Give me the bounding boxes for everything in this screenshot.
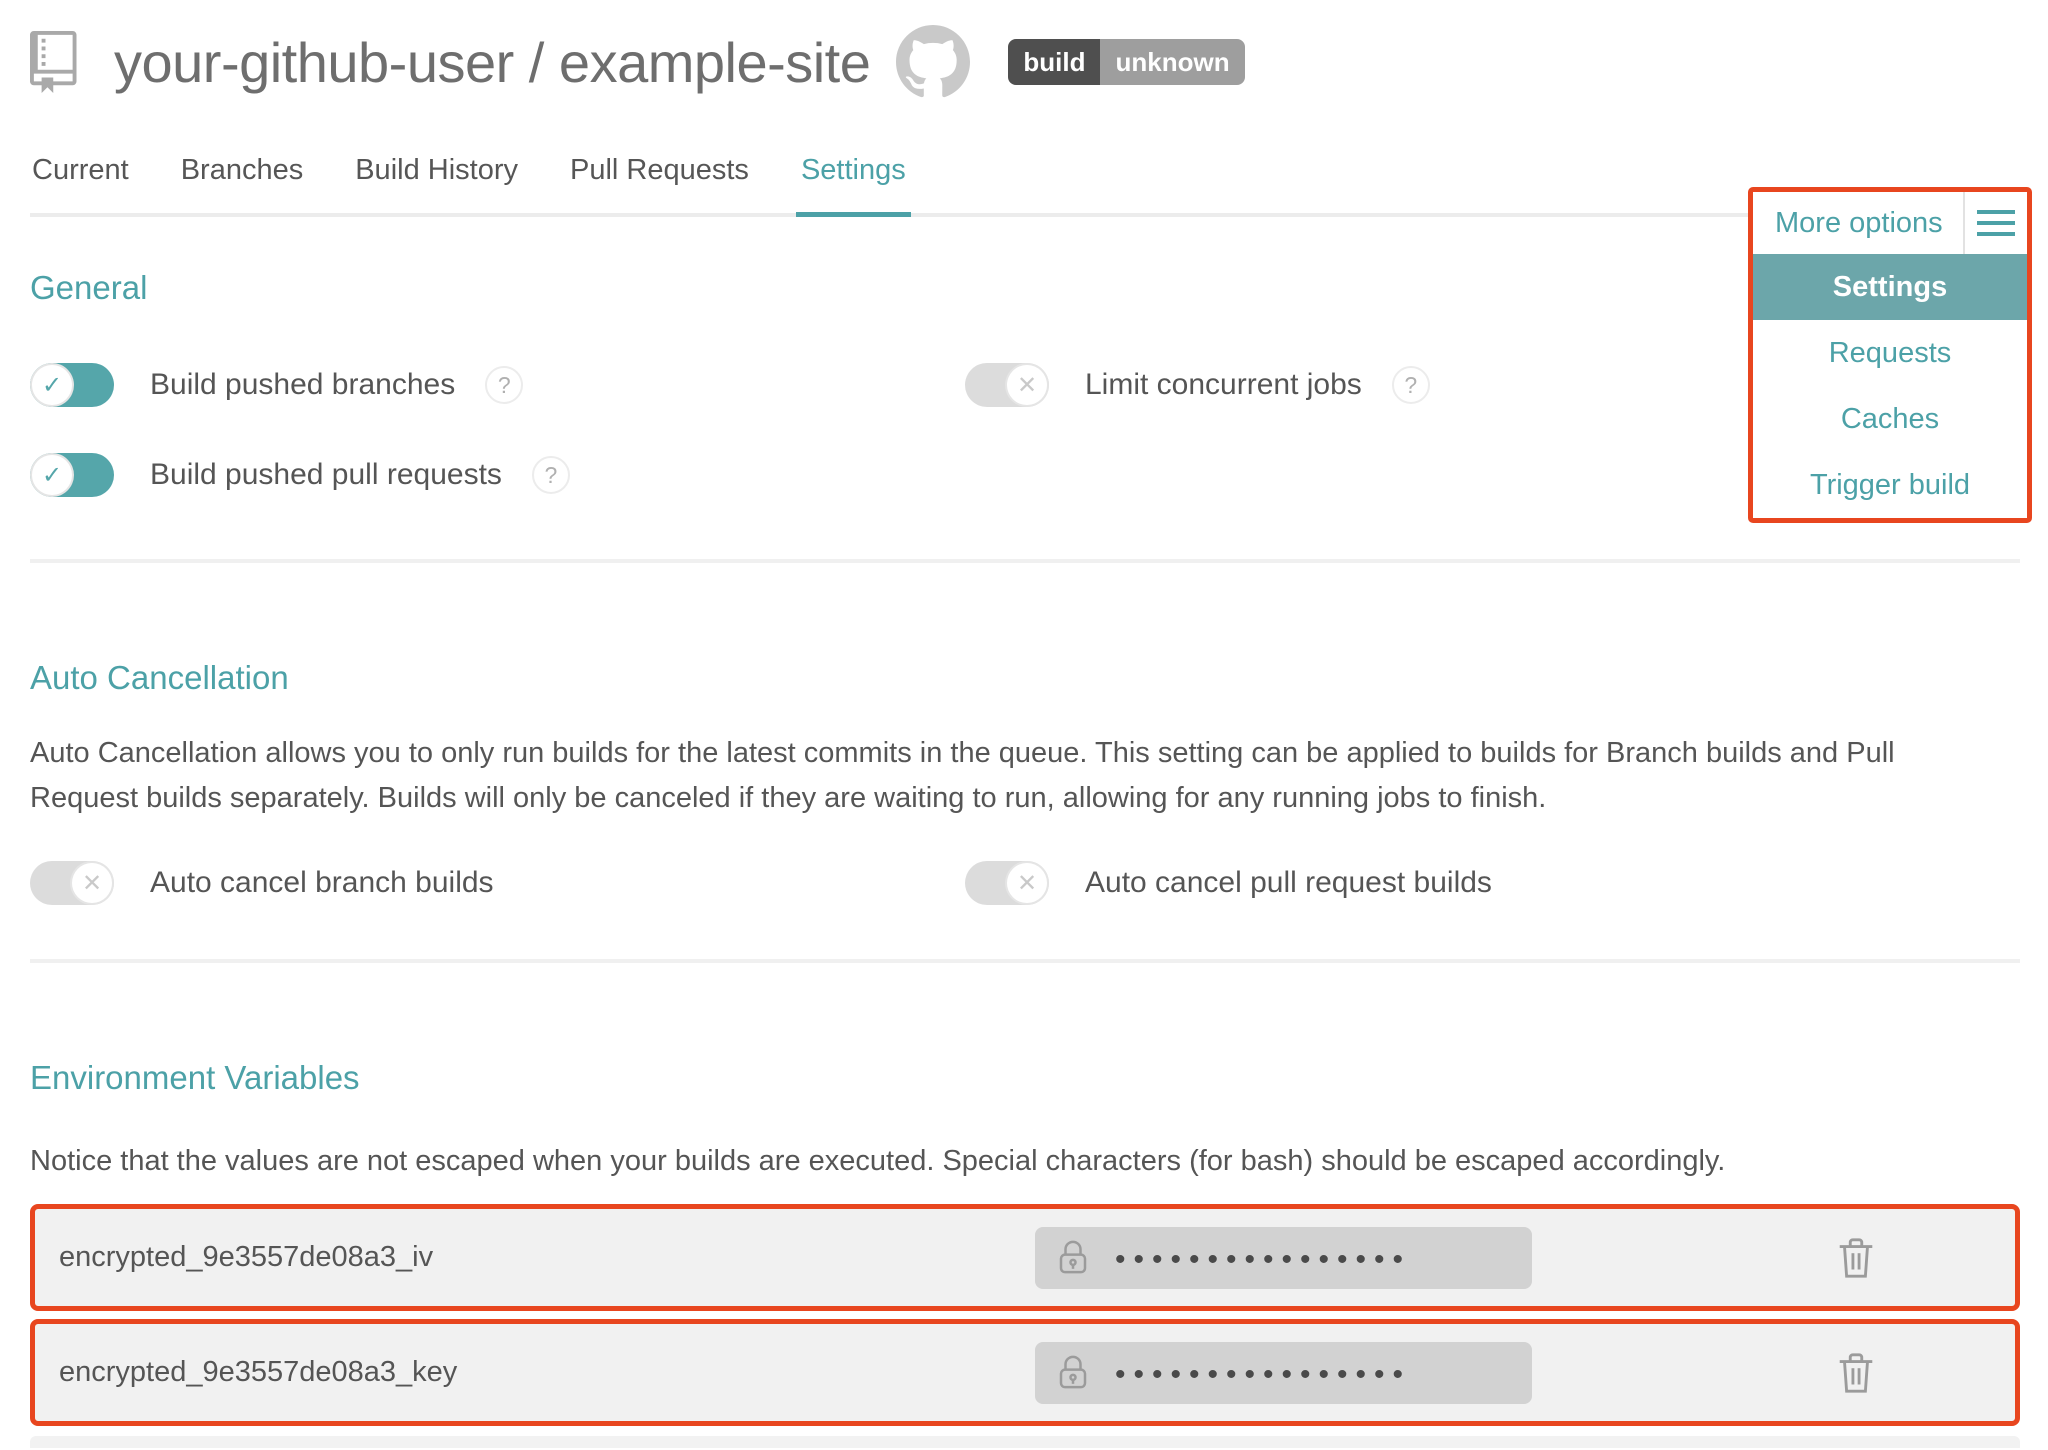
badge-build-label: build — [1008, 39, 1100, 85]
trash-icon — [1833, 1348, 1879, 1398]
delete-env-var-button[interactable] — [1833, 1348, 1879, 1398]
toggle-check-icon: ✓ — [30, 453, 74, 497]
menu-item-caches[interactable]: Caches — [1753, 386, 2027, 452]
environment-variables-notice: Notice that the values are not escaped w… — [30, 1139, 1945, 1184]
toggle-check-icon: ✓ — [30, 363, 74, 407]
toggle-label: Build pushed branches — [150, 368, 455, 402]
auto-cancel-pull-request-builds-toggle[interactable]: ✕ — [965, 861, 1049, 905]
menu-item-requests[interactable]: Requests — [1753, 320, 2027, 386]
env-var-name-field[interactable]: encrypted_9e3557de08a3_iv — [35, 1241, 1035, 1274]
section-divider — [30, 559, 2020, 563]
next-env-row-peek — [30, 1436, 2020, 1448]
trash-icon — [1833, 1233, 1879, 1283]
badge-status-value: unknown — [1100, 39, 1244, 85]
env-var-name-field[interactable]: encrypted_9e3557de08a3_key — [35, 1356, 1035, 1389]
hamburger-menu-icon[interactable] — [1963, 192, 2027, 254]
environment-variables-heading: Environment Variables — [30, 1059, 2020, 1097]
env-var-row-key: encrypted_9e3557de08a3_key •••••••••••••… — [30, 1319, 2020, 1426]
auto-cancellation-heading: Auto Cancellation — [30, 659, 2020, 697]
tab-settings[interactable]: Settings — [799, 154, 908, 213]
tab-branches[interactable]: Branches — [179, 154, 306, 213]
toggle-cross-icon: ✕ — [1005, 861, 1049, 905]
menu-item-settings[interactable]: Settings — [1753, 254, 2027, 320]
toggle-row-auto-cancel-branch-builds: ✕ Auto cancel branch builds — [30, 861, 965, 905]
build-pushed-pull-requests-toggle[interactable]: ✓ — [30, 453, 114, 497]
help-icon[interactable]: ? — [532, 456, 570, 494]
env-var-row-iv: encrypted_9e3557de08a3_iv ••••••••••••••… — [30, 1204, 2020, 1311]
more-options-header: More options — [1753, 192, 2027, 254]
repo-tab-bar: Current Branches Build History Pull Requ… — [30, 154, 2020, 217]
toggle-cross-icon: ✕ — [70, 861, 114, 905]
toggle-label: Limit concurrent jobs — [1085, 368, 1362, 402]
toggle-row-build-pushed-pull-requests: ✓ Build pushed pull requests ? — [30, 453, 965, 497]
lock-icon — [1053, 1238, 1093, 1278]
build-status-badge: build unknown — [1008, 39, 1244, 85]
toggle-cross-icon: ✕ — [1005, 363, 1049, 407]
toggle-row-auto-cancel-pull-request-builds: ✕ Auto cancel pull request builds — [965, 861, 2020, 905]
auto-cancellation-toggles: ✕ Auto cancel branch builds ✕ Auto cance… — [30, 861, 2020, 905]
general-heading: General — [30, 269, 2020, 307]
toggle-label: Build pushed pull requests — [150, 458, 502, 492]
masked-value: •••••••••••••••• — [1115, 1241, 1411, 1275]
help-icon[interactable]: ? — [1392, 366, 1430, 404]
auto-cancel-branch-builds-toggle[interactable]: ✕ — [30, 861, 114, 905]
repo-header: your-github-user / example-site build un… — [30, 24, 2048, 100]
page-title: your-github-user / example-site — [114, 30, 870, 95]
toggle-row-build-pushed-branches: ✓ Build pushed branches ? — [30, 363, 965, 407]
help-icon[interactable]: ? — [485, 366, 523, 404]
build-pushed-branches-toggle[interactable]: ✓ — [30, 363, 114, 407]
toggle-label: Auto cancel branch builds — [150, 866, 494, 900]
menu-item-trigger-build[interactable]: Trigger build — [1753, 452, 2027, 518]
auto-cancellation-description: Auto Cancellation allows you to only run… — [30, 731, 1945, 821]
general-toggles: ✓ Build pushed branches ? ✕ Limit concur… — [30, 363, 2020, 497]
tab-build-history[interactable]: Build History — [353, 154, 520, 213]
tab-pull-requests[interactable]: Pull Requests — [568, 154, 751, 213]
more-options-button[interactable]: More options — [1753, 192, 1963, 254]
section-divider — [30, 959, 2020, 963]
limit-concurrent-jobs-toggle[interactable]: ✕ — [965, 363, 1049, 407]
masked-value: •••••••••••••••• — [1115, 1356, 1411, 1390]
more-options-dropdown: More options Settings Requests Caches Tr… — [1748, 187, 2032, 523]
tab-current[interactable]: Current — [30, 154, 131, 213]
github-logo-icon[interactable] — [896, 25, 970, 99]
env-var-value-field[interactable]: •••••••••••••••• — [1035, 1227, 1532, 1289]
toggle-label: Auto cancel pull request builds — [1085, 866, 1492, 900]
repo-book-icon — [30, 31, 92, 93]
lock-icon — [1053, 1353, 1093, 1393]
delete-env-var-button[interactable] — [1833, 1233, 1879, 1283]
env-var-value-field[interactable]: •••••••••••••••• — [1035, 1342, 1532, 1404]
